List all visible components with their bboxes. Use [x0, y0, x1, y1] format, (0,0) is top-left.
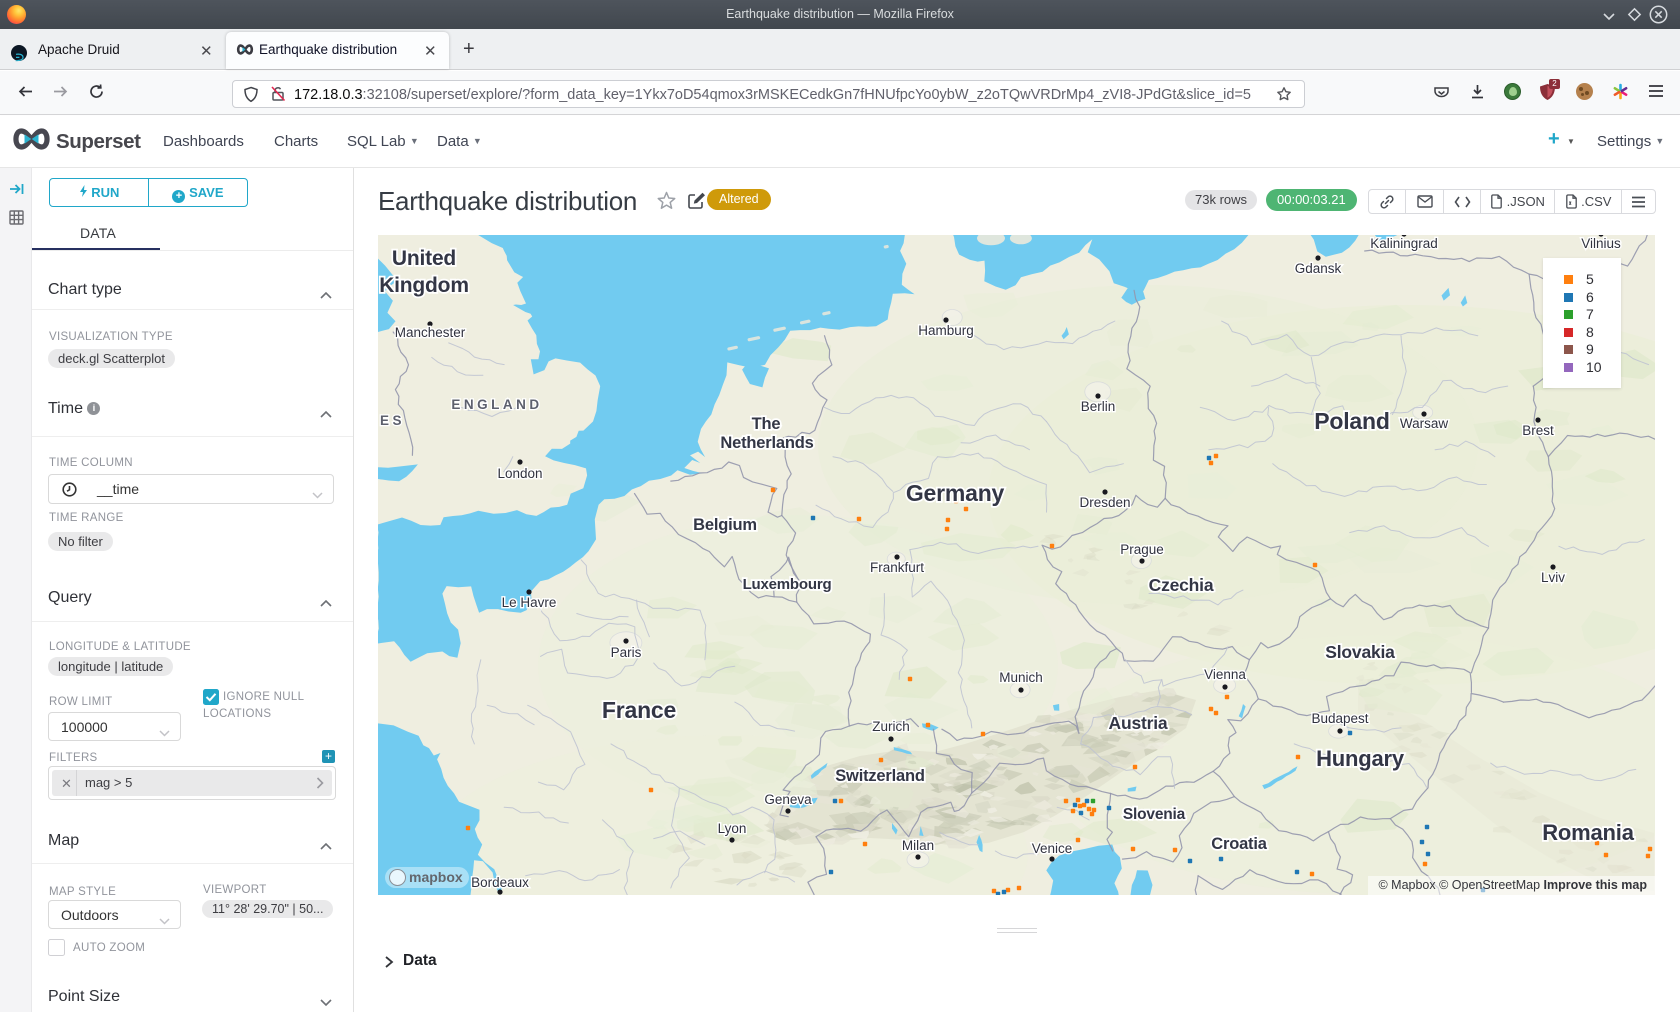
svg-text:Venice: Venice: [1032, 841, 1073, 856]
svg-text:Hamburg: Hamburg: [918, 323, 974, 338]
svg-text:The: The: [752, 415, 781, 433]
svg-text:Poland: Poland: [1314, 408, 1389, 434]
svg-text:London: London: [497, 466, 542, 481]
svg-text:Manchester: Manchester: [395, 325, 466, 340]
svg-text:Vilnius: Vilnius: [1581, 236, 1621, 251]
svg-text:Romania: Romania: [1542, 820, 1634, 845]
svg-text:Luxembourg: Luxembourg: [743, 576, 832, 593]
svg-text:Kingdom: Kingdom: [379, 274, 469, 297]
svg-text:Bordeaux: Bordeaux: [471, 875, 529, 890]
svg-text:ES: ES: [380, 413, 405, 428]
svg-text:Le Havre: Le Havre: [502, 595, 557, 610]
svg-text:Croatia: Croatia: [1211, 835, 1267, 853]
svg-text:Switzerland: Switzerland: [835, 767, 925, 785]
svg-text:Germany: Germany: [906, 480, 1005, 506]
svg-text:Austria: Austria: [1109, 713, 1168, 733]
svg-text:Prague: Prague: [1120, 542, 1164, 557]
svg-text:Zurich: Zurich: [872, 719, 910, 734]
svg-text:Dresden: Dresden: [1079, 495, 1130, 510]
svg-text:Slovakia: Slovakia: [1325, 642, 1395, 662]
svg-text:Brest: Brest: [1522, 423, 1554, 438]
svg-text:Warsaw: Warsaw: [1400, 416, 1449, 431]
svg-text:Frankfurt: Frankfurt: [870, 560, 924, 575]
svg-text:Budapest: Budapest: [1311, 711, 1368, 726]
svg-text:Munich: Munich: [999, 670, 1043, 685]
svg-text:Milan: Milan: [902, 838, 934, 853]
svg-text:France: France: [602, 697, 676, 723]
svg-text:Paris: Paris: [611, 645, 642, 660]
svg-text:Belgium: Belgium: [693, 516, 757, 534]
svg-text:Czechia: Czechia: [1149, 575, 1214, 595]
svg-text:ENGLAND: ENGLAND: [451, 397, 542, 412]
svg-text:Slovenia: Slovenia: [1123, 806, 1186, 823]
svg-text:Vienna: Vienna: [1204, 667, 1246, 682]
svg-text:Gdansk: Gdansk: [1295, 261, 1342, 276]
svg-text:Netherlands: Netherlands: [720, 434, 813, 452]
svg-text:Lyon: Lyon: [718, 821, 747, 836]
svg-text:Kaliningrad: Kaliningrad: [1370, 236, 1438, 251]
svg-text:Lviv: Lviv: [1541, 570, 1565, 585]
svg-text:Berlin: Berlin: [1081, 399, 1116, 414]
svg-text:United: United: [392, 247, 456, 270]
svg-text:Hungary: Hungary: [1316, 746, 1405, 771]
svg-text:Geneva: Geneva: [764, 792, 812, 807]
